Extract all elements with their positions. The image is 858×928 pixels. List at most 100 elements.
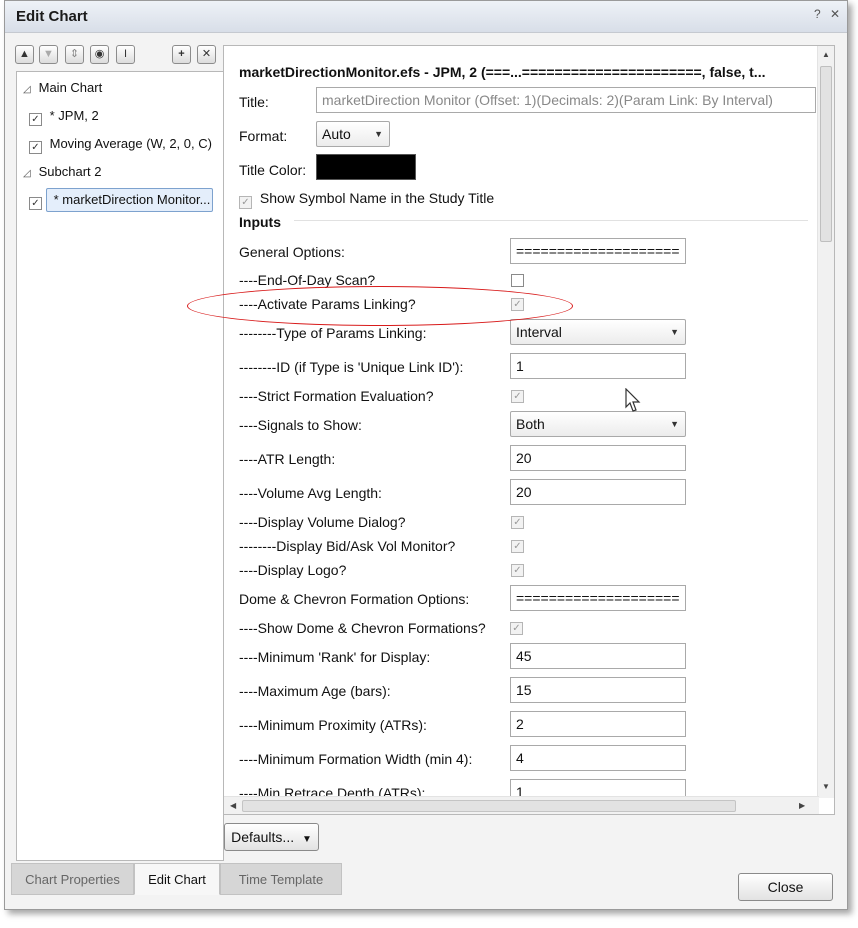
defaults-button[interactable]: Defaults... ▼ [224,823,319,851]
visible-checkbox[interactable]: ✓ [29,113,42,126]
visibility-icon[interactable]: ◉ [90,45,109,64]
eod-scan-checkbox[interactable] [511,274,524,287]
tree-node-label: * JPM, 2 [49,108,99,123]
scroll-down-icon[interactable]: ▼ [822,782,830,791]
max-age-label: ----Maximum Age (bars): [239,683,391,699]
type-linking-label: --------Type of Params Linking: [239,325,427,341]
logo-checkbox[interactable]: ✓ [511,564,524,577]
title-color-label: Title Color: [239,162,307,178]
type-linking-value: Interval [516,324,562,340]
tab-chart-properties[interactable]: Chart Properties [11,863,134,895]
scroll-left-icon[interactable]: ◀ [230,801,236,810]
add-icon[interactable]: + [172,45,191,64]
move-down-icon[interactable]: ▼ [39,45,58,64]
tree-node-label: Moving Average (W, 2, 0, C) [49,136,212,151]
min-prox-label: ----Minimum Proximity (ATRs): [239,717,427,733]
link-id-label: --------ID (if Type is 'Unique Link ID')… [239,359,464,375]
show-dome-checkbox[interactable]: ✓ [510,622,523,635]
tree-node-jpm[interactable]: ✓ * JPM, 2 [29,108,99,126]
vol-avg-input[interactable]: 20 [510,479,686,505]
visible-checkbox[interactable]: ✓ [29,141,42,154]
study-header: marketDirectionMonitor.efs - JPM, 2 (===… [239,64,766,80]
dome-options-input[interactable]: ==================== [510,585,686,611]
chevron-down-icon: ▼ [374,129,383,139]
tree-node-study[interactable]: ✓ * marketDirection Monitor... [29,192,210,210]
mouse-cursor-icon [625,388,641,412]
horizontal-scroll-thumb[interactable] [242,800,736,812]
chart-tree: ◿ Main Chart ✓ * JPM, 2 ✓ Moving Average… [16,71,224,861]
title-input[interactable]: marketDirection Monitor (Offset: 1)(Deci… [316,87,816,113]
tab-time-template[interactable]: Time Template [220,863,342,895]
signals-select[interactable]: Both ▼ [510,411,686,437]
close-button[interactable]: Close [738,873,833,901]
dome-options-label: Dome & Chevron Formation Options: [239,591,470,607]
visible-checkbox[interactable]: ✓ [29,197,42,210]
dialog-title: Edit Chart [16,8,88,25]
format-value: Auto [322,126,351,142]
tree-node-main-chart[interactable]: ◿ Main Chart [23,80,102,95]
tree-node-label: * marketDirection Monitor... [53,192,211,207]
format-select[interactable]: Auto ▼ [316,121,390,147]
scroll-up-icon[interactable]: ▲ [822,50,830,59]
atr-length-label: ----ATR Length: [239,451,336,467]
title-label: Title: [239,94,269,110]
vertical-scrollbar[interactable]: ▲ ▼ [817,46,834,798]
link-id-input[interactable]: 1 [510,353,686,379]
display-vol-checkbox[interactable]: ✓ [511,516,524,529]
tree-node-moving-average[interactable]: ✓ Moving Average (W, 2, 0, C) [29,136,212,154]
strict-eval-checkbox[interactable]: ✓ [511,390,524,403]
format-label: Format: [239,128,288,144]
vertical-scroll-thumb[interactable] [820,66,832,242]
collapse-icon[interactable]: ◿ [23,168,35,179]
min-prox-input[interactable]: 2 [510,711,686,737]
vol-avg-label: ----Volume Avg Length: [239,485,382,501]
title-color-swatch[interactable] [316,154,416,180]
activate-linking-checkbox[interactable]: ✓ [511,298,524,311]
title-bar: Edit Chart ? ✕ [5,1,847,33]
min-width-input[interactable]: 4 [510,745,686,771]
collapse-icon[interactable]: ◿ [23,84,35,95]
move-up-icon[interactable]: ▲ [15,45,34,64]
activate-linking-label: ----Activate Params Linking? [239,296,416,312]
display-vol-label: ----Display Volume Dialog? [239,514,406,530]
rename-icon[interactable]: I [116,45,135,64]
strict-eval-label: ----Strict Formation Evaluation? [239,388,434,404]
show-symbol-row[interactable]: ✓ Show Symbol Name in the Study Title [239,190,494,209]
study-properties-panel: marketDirectionMonitor.efs - JPM, 2 (===… [223,45,835,815]
min-rank-label: ----Minimum 'Rank' for Display: [239,649,431,665]
show-dome-label: ----Show Dome & Chevron Formations? [239,620,486,636]
tree-toolbar: ▲ ▼ ⇕ ◉ I + ✕ [15,45,225,69]
edit-chart-dialog: Edit Chart ? ✕ ▲ ▼ ⇕ ◉ I + ✕ ◿ Main Char… [4,0,848,910]
chevron-down-icon: ▼ [670,419,679,429]
logo-label: ----Display Logo? [239,562,347,578]
bidask-checkbox[interactable]: ✓ [511,540,524,553]
signals-value: Both [516,416,545,432]
max-age-input[interactable]: 15 [510,677,686,703]
signals-label: ----Signals to Show: [239,417,362,433]
show-symbol-label: Show Symbol Name in the Study Title [259,190,495,206]
bidask-label: --------Display Bid/Ask Vol Monitor? [239,538,456,554]
tree-node-subchart[interactable]: ◿ Subchart 2 [23,164,102,179]
chevron-down-icon: ▼ [302,834,312,845]
reorder-icon[interactable]: ⇕ [65,45,84,64]
general-options-input[interactable]: ==================== [510,238,686,264]
atr-length-input[interactable]: 20 [510,445,686,471]
chevron-down-icon: ▼ [670,327,679,337]
show-symbol-checkbox[interactable]: ✓ [239,196,252,209]
eod-scan-label: ----End-Of-Day Scan? [239,272,376,288]
general-options-label: General Options: [239,244,345,260]
tree-node-label: Main Chart [38,80,103,95]
help-icon[interactable]: ? [814,7,821,21]
defaults-label: Defaults... [231,829,295,845]
type-linking-select[interactable]: Interval ▼ [510,319,686,345]
tab-edit-chart[interactable]: Edit Chart [134,863,220,895]
tree-node-label: Subchart 2 [38,164,102,179]
close-icon[interactable]: ✕ [830,7,840,21]
remove-icon[interactable]: ✕ [197,45,216,64]
scroll-right-icon[interactable]: ▶ [799,801,805,810]
horizontal-scrollbar[interactable]: ◀ ▶ [224,796,819,814]
min-width-label: ----Minimum Formation Width (min 4): [239,751,473,767]
inputs-heading: Inputs [239,214,281,230]
min-rank-input[interactable]: 45 [510,643,686,669]
inputs-divider [294,220,808,221]
